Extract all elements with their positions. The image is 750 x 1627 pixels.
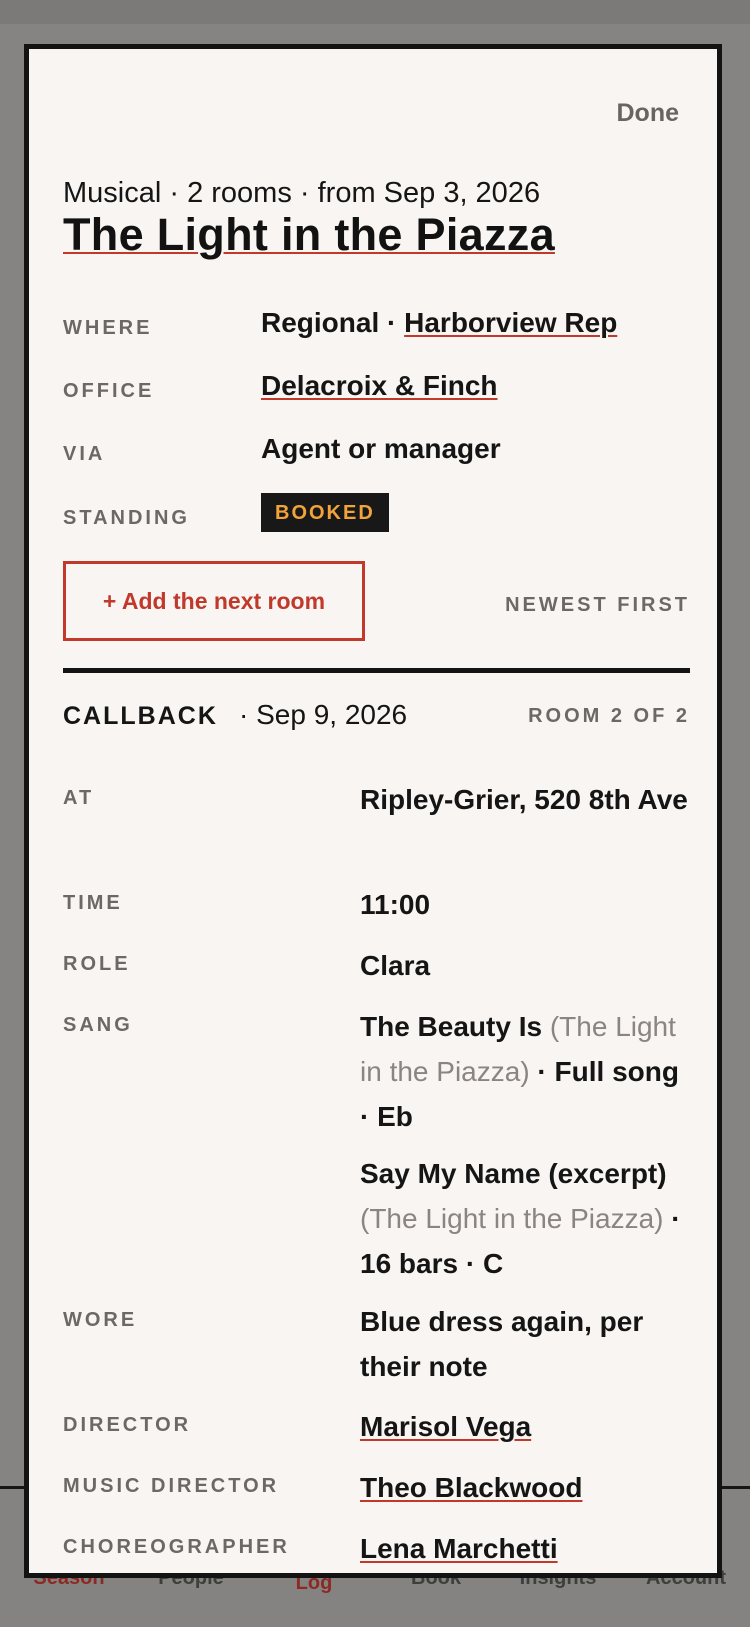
song-item: Say My Name (excerpt) (The Light in the … xyxy=(360,1151,690,1286)
status-badge: BOOKED xyxy=(261,493,389,532)
standing-label: STANDING xyxy=(63,507,190,529)
via-value: Agent or manager xyxy=(261,433,501,464)
where-value: Regional · Harborview Rep xyxy=(261,307,617,339)
at-value: Ripley-Grier, 520 8th Ave xyxy=(360,784,688,815)
choreographer-label: CHOREOGRAPHER xyxy=(63,1536,290,1558)
time-value: 11:00 xyxy=(360,889,431,920)
choreographer-link[interactable]: Lena Marchetti xyxy=(360,1533,558,1564)
role-value: Clara xyxy=(360,950,431,981)
song-show: (The Light in the Piazza) xyxy=(360,1203,664,1234)
music-director-link[interactable]: Theo Blackwood xyxy=(360,1472,582,1503)
director-label: DIRECTOR xyxy=(63,1414,192,1436)
director-link[interactable]: Marisol Vega xyxy=(360,1411,531,1442)
room-date: · Sep 9, 2026 xyxy=(239,699,408,730)
production-meta: Musical · 2 rooms · from Sep 3, 2026 xyxy=(63,177,541,209)
wore-value: Blue dress again, per their note xyxy=(360,1306,644,1382)
sort-toggle[interactable]: NEWEST FIRST xyxy=(505,594,690,617)
where-region: Regional · xyxy=(261,307,405,338)
production-sheet: Done Musical · 2 rooms · from Sep 3, 202… xyxy=(24,44,722,1578)
sang-label: SANG xyxy=(63,1014,133,1036)
standing-value-wrap: BOOKED xyxy=(261,493,389,532)
room-type: CALLBACK xyxy=(63,702,218,730)
song-item: The Beauty Is (The Light in the Piazza) … xyxy=(360,1004,690,1139)
via-label: VIA xyxy=(63,443,106,465)
room-count: ROOM 2 OF 2 xyxy=(528,705,690,727)
office-label: OFFICE xyxy=(63,380,155,402)
section-divider xyxy=(63,668,690,673)
wore-label: WORE xyxy=(63,1309,138,1331)
done-button[interactable]: Done xyxy=(617,99,680,128)
role-label: ROLE xyxy=(63,953,131,975)
music-director-label: MUSIC DIRECTOR xyxy=(63,1475,280,1497)
add-room-button[interactable]: + Add the next room xyxy=(63,561,365,641)
production-title[interactable]: The Light in the Piazza xyxy=(63,209,555,261)
office-link[interactable]: Delacroix & Finch xyxy=(261,370,498,402)
status-bar xyxy=(0,0,750,24)
at-label: AT xyxy=(63,787,95,809)
where-label: WHERE xyxy=(63,317,153,339)
theater-link[interactable]: Harborview Rep xyxy=(404,307,617,338)
time-label: TIME xyxy=(63,892,123,914)
song-title: Say My Name (excerpt) xyxy=(360,1158,667,1189)
song-title: The Beauty Is xyxy=(360,1011,543,1042)
